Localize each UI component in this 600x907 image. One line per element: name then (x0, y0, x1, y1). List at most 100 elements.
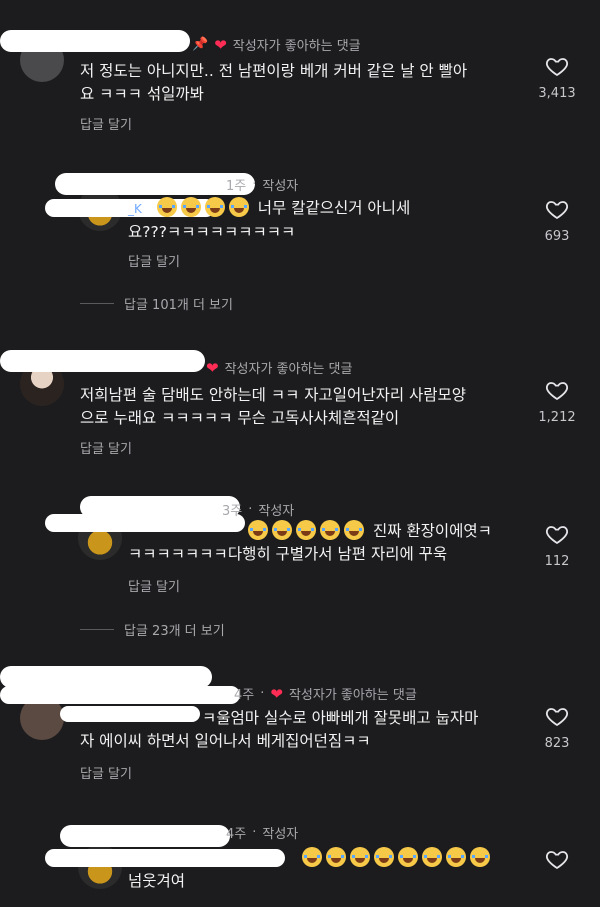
comment-age: 3주 (222, 504, 243, 519)
reply-button[interactable]: 답글 달기 (128, 251, 180, 270)
comment-text-line: 저 정도는 아니지만.. 전 남편이랑 베개 커버 같은 날 안 빨아 (80, 62, 468, 80)
comment-text: 진짜 환장이에엿ㅋ ㅋㅋㅋㅋㅋㅋㅋ다행히 구별가서 남편 자리에 꾸욱 (128, 520, 492, 566)
laughing-emoji-icon (470, 847, 490, 867)
laughing-emoji-icon (296, 520, 316, 540)
view-more-replies-button[interactable]: 답글 23개 더 보기 (80, 620, 225, 639)
laughing-emoji-icon (398, 847, 418, 867)
laughing-emoji-icon (248, 520, 268, 540)
comment-text-line (128, 847, 494, 870)
emoji-row (248, 520, 373, 540)
liked-by-author-label: 작성자가 좋아하는 댓글 (224, 362, 353, 377)
comment-text-line: 요 ㅋㅋㅋ 섞일까봐 (80, 85, 204, 103)
laughing-emoji-icon (156, 197, 177, 217)
redacted-username (0, 350, 205, 372)
laughing-emoji-icon (204, 197, 225, 217)
reply-button[interactable]: 답글 달기 (128, 576, 180, 595)
comment-text: _K 너무 칼같으신거 아니세 요???ㅋㅋㅋㅋㅋㅋㅋㅋㅋ (128, 197, 410, 244)
heart-outline-icon[interactable] (544, 54, 570, 78)
laughing-emoji-icon (228, 197, 249, 217)
like-control: 823 (529, 704, 585, 751)
pin-icon: 📌 (192, 37, 209, 52)
liked-by-author-heart-icon: ❤ (270, 684, 283, 703)
like-count: 1,212 (538, 410, 576, 425)
divider-line (80, 629, 114, 630)
laughing-emoji-icon (302, 847, 322, 867)
laughing-emoji-icon (344, 520, 364, 540)
author-label: 작성자 (262, 827, 299, 842)
comment-text: 저희남편 술 담배도 안하는데 ㅋㅋ 자고일어난자리 사람모양 으로 누래요 ㅋ… (80, 384, 466, 430)
divider-line (80, 303, 114, 304)
comment-4-reply: 3주 · 작성자 진짜 환장이에엿ㅋ ㅋㅋㅋㅋㅋㅋㅋ다행히 구별가서 남편 자리… (0, 492, 600, 647)
heart-outline-icon[interactable] (544, 704, 570, 728)
comment-meta: 4주 · ❤ 작성자가 좋아하는 댓글 (234, 684, 417, 704)
like-control: 3,413 (529, 54, 585, 101)
comment-text-line: 요???ㅋㅋㅋㅋㅋㅋㅋㅋㅋ (128, 223, 296, 241)
heart-outline-icon[interactable] (544, 522, 570, 546)
like-control: 1,212 (529, 378, 585, 425)
laughing-emoji-icon (180, 197, 201, 217)
comment-text: 넘웃겨여 (128, 847, 494, 893)
comment-text-line: 진짜 환장이에엿ㅋ (128, 520, 492, 543)
like-count: 112 (544, 554, 570, 569)
laughing-emoji-icon (422, 847, 442, 867)
view-more-replies-button[interactable]: 답글 101개 더 보기 (80, 294, 233, 313)
heart-outline-icon[interactable] (544, 378, 570, 402)
comment-text-line: ㅋ울엄마 실수로 아빠베개 잘못배고 눕자마 (202, 709, 479, 727)
comment-text-line: 으로 누래요 ㅋㅋㅋㅋㅋ 무슨 고독사사체흔적같이 (80, 409, 400, 427)
comment-meta: 3주 · 작성자 (222, 502, 295, 519)
like-count: 3,413 (538, 86, 576, 101)
like-count: 823 (544, 736, 570, 751)
comment-text-line: 저희남편 술 담배도 안하는데 ㅋㅋ 자고일어난자리 사람모양 (80, 386, 467, 404)
author-label: 작성자 (258, 504, 295, 519)
mention-fragment: _K (128, 202, 142, 216)
reply-button[interactable]: 답글 달기 (80, 114, 132, 133)
comment-5: 4주 · ❤ 작성자가 좋아하는 댓글 ㅋ울엄마 실수로 아빠베개 잘못배고 눕… (0, 660, 600, 800)
comment-age: 4주 (234, 688, 255, 703)
like-count: 693 (544, 229, 570, 244)
reply-button[interactable]: 답글 달기 (80, 763, 132, 782)
comment-6-reply: 4주 · 작성자 넘웃겨여 (0, 815, 600, 907)
comment-meta: 4주 · 작성자 (226, 825, 299, 842)
comment-text: ㅋ울엄마 실수로 아빠베개 잘못배고 눕자마 자 에이씨 하면서 일어나서 베게… (80, 707, 478, 753)
comment-1: 📌 ❤ 작성자가 좋아하는 댓글 저 정도는 아니지만.. 전 남편이랑 베개 … (0, 0, 600, 150)
laughing-emoji-icon (320, 520, 340, 540)
heart-outline-icon[interactable] (544, 847, 570, 871)
redacted-username (55, 173, 255, 195)
redacted-username (60, 825, 230, 847)
comment-text: 저 정도는 아니지만.. 전 남편이랑 베개 커버 같은 날 안 빨아 요 ㅋㅋ… (80, 60, 467, 106)
liked-by-author-heart-icon: ❤ (206, 358, 219, 377)
comment-meta: ❤ 작성자가 좋아하는 댓글 (206, 358, 353, 378)
comment-3: ❤ 작성자가 좋아하는 댓글 저희남편 술 담배도 안하는데 ㅋㅋ 자고일어난자… (0, 340, 600, 470)
view-more-replies-label: 답글 101개 더 보기 (124, 298, 233, 313)
comment-meta: 1주 · 작성자 (226, 177, 299, 194)
comment-text-line: _K 너무 칼같으신거 아니세 (128, 197, 410, 221)
liked-by-author-label: 작성자가 좋아하는 댓글 (288, 688, 417, 703)
emoji-row (156, 197, 258, 217)
laughing-emoji-icon (326, 847, 346, 867)
like-control (529, 847, 585, 879)
comment-text-fragment: 진짜 환장이에엿ㅋ (372, 522, 492, 540)
view-more-replies-label: 답글 23개 더 보기 (124, 624, 225, 639)
redacted-username (0, 686, 240, 704)
like-control: 693 (529, 197, 585, 244)
comment-age: 4주 (226, 827, 247, 842)
liked-by-author-label: 작성자가 좋아하는 댓글 (232, 39, 361, 54)
laughing-emoji-icon (272, 520, 292, 540)
comment-2-reply: 1주 · 작성자 _K 너무 칼같으신거 아니세 요???ㅋㅋㅋㅋㅋㅋㅋㅋㅋ 답… (0, 165, 600, 320)
comment-text-line: 넘웃겨여 (128, 872, 186, 890)
comment-text-fragment: 너무 칼같으신거 아니세 (257, 199, 411, 217)
author-label: 작성자 (262, 179, 299, 194)
like-control: 112 (529, 522, 585, 569)
comment-meta: 📌 ❤ 작성자가 좋아하는 댓글 (192, 35, 361, 55)
emoji-row (302, 847, 494, 867)
heart-outline-icon[interactable] (544, 197, 570, 221)
comment-text-line: 자 에이씨 하면서 일어나서 베게집어던짐ㅋㅋ (80, 732, 371, 750)
laughing-emoji-icon (446, 847, 466, 867)
redacted-username (0, 666, 212, 688)
laughing-emoji-icon (374, 847, 394, 867)
comment-text-line: ㅋㅋㅋㅋㅋㅋㅋ다행히 구별가서 남편 자리에 꾸욱 (128, 545, 448, 563)
liked-by-author-heart-icon: ❤ (214, 35, 227, 54)
reply-button[interactable]: 답글 달기 (80, 438, 132, 457)
comment-age: 1주 (226, 179, 247, 194)
laughing-emoji-icon (350, 847, 370, 867)
